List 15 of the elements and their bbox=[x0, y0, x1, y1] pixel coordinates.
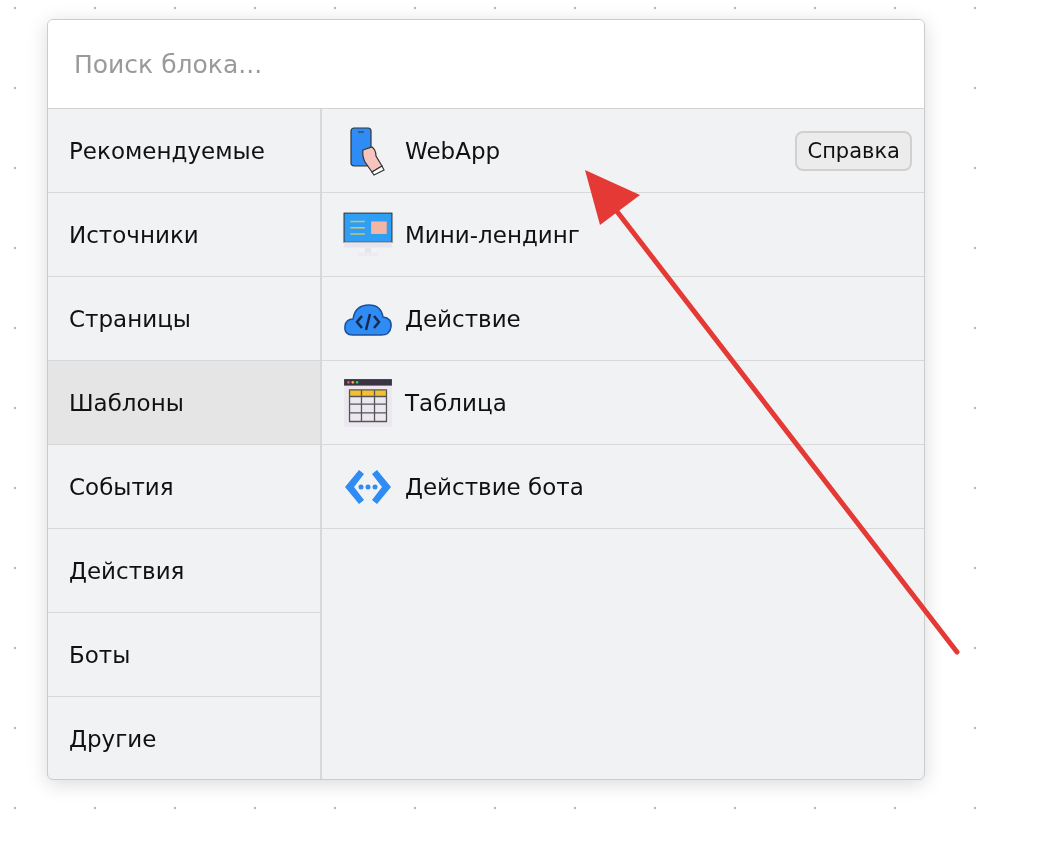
block-label[interactable]: Таблица bbox=[405, 389, 507, 416]
category-item[interactable]: Источники bbox=[48, 193, 320, 277]
block-label[interactable]: Мини-лендинг bbox=[405, 221, 580, 248]
category-item[interactable]: События bbox=[48, 445, 320, 529]
category-item[interactable]: Другие bbox=[48, 697, 320, 779]
category-item[interactable]: Боты bbox=[48, 613, 320, 697]
block-label[interactable]: Действие бота bbox=[405, 473, 584, 500]
help-button[interactable]: Справка bbox=[795, 130, 912, 171]
category-item[interactable]: Действия bbox=[48, 529, 320, 613]
block-label[interactable]: WebApp bbox=[405, 137, 501, 164]
search-field[interactable]: Поиск блока... bbox=[48, 20, 924, 109]
category-item[interactable]: Шаблоны bbox=[48, 361, 320, 445]
category-item[interactable]: Рекомендуемые bbox=[48, 109, 320, 193]
block-label[interactable]: Действие bbox=[405, 305, 521, 332]
table-icon bbox=[343, 377, 393, 428]
